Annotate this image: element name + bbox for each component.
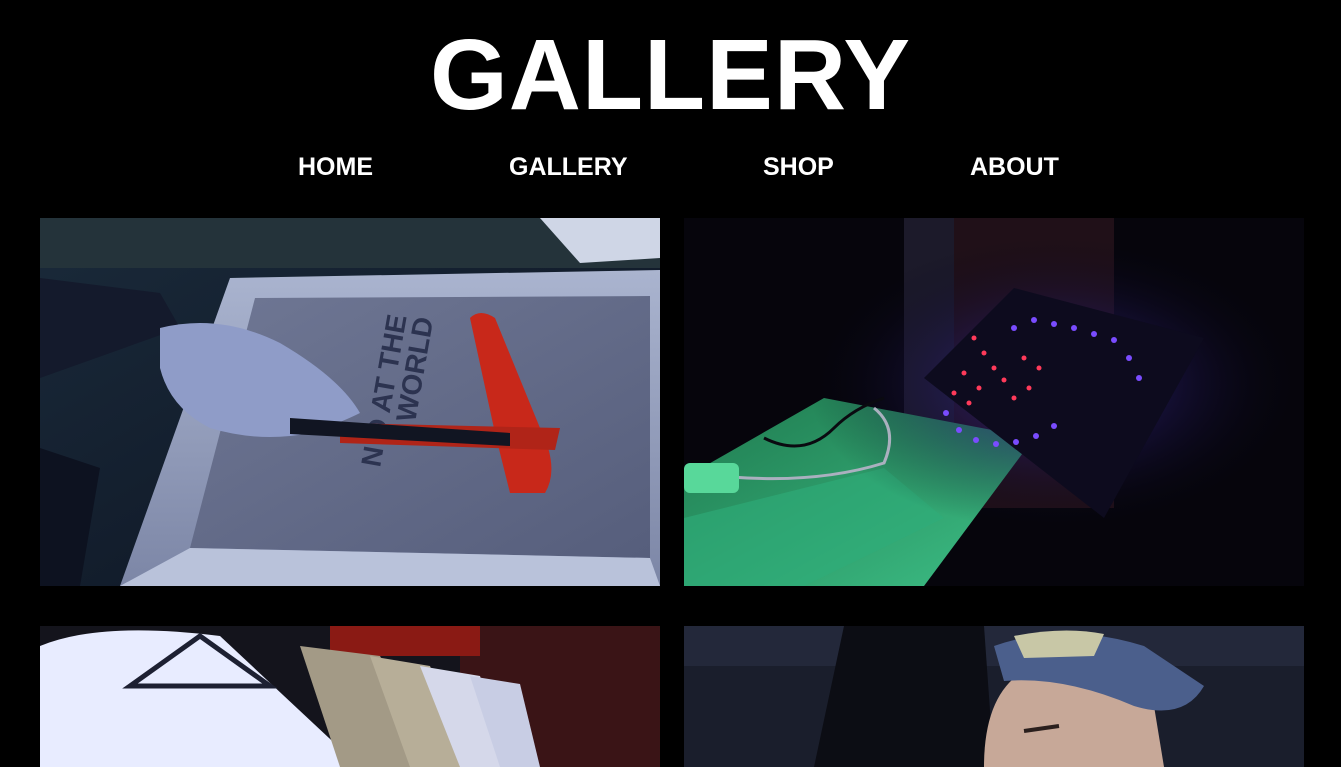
gallery-photo-portrait[interactable] bbox=[684, 626, 1304, 767]
main-nav: HOME GALLERY SHOP ABOUT bbox=[0, 150, 1341, 184]
nav-link-about[interactable]: ABOUT bbox=[970, 150, 1059, 184]
screen-printing-photo: N D AT THE WORLD bbox=[40, 218, 660, 586]
page-title: GALLERY bbox=[429, 19, 912, 131]
gallery-photo-clothing-rack[interactable] bbox=[40, 626, 660, 767]
portrait-cap-photo bbox=[684, 626, 1304, 767]
nav-link-shop[interactable]: SHOP bbox=[763, 150, 834, 184]
gallery-page: GALLERY HOME GALLERY SHOP ABOUT N D AT T… bbox=[0, 0, 1341, 767]
nav-link-gallery[interactable]: GALLERY bbox=[509, 150, 628, 184]
nav-link-home[interactable]: HOME bbox=[298, 150, 373, 184]
led-sign-photo bbox=[684, 218, 1304, 586]
gallery-photo-screen-printing[interactable]: N D AT THE WORLD bbox=[40, 218, 660, 586]
clothing-rack-photo bbox=[40, 626, 660, 767]
gallery-photo-led-sign[interactable] bbox=[684, 218, 1304, 586]
